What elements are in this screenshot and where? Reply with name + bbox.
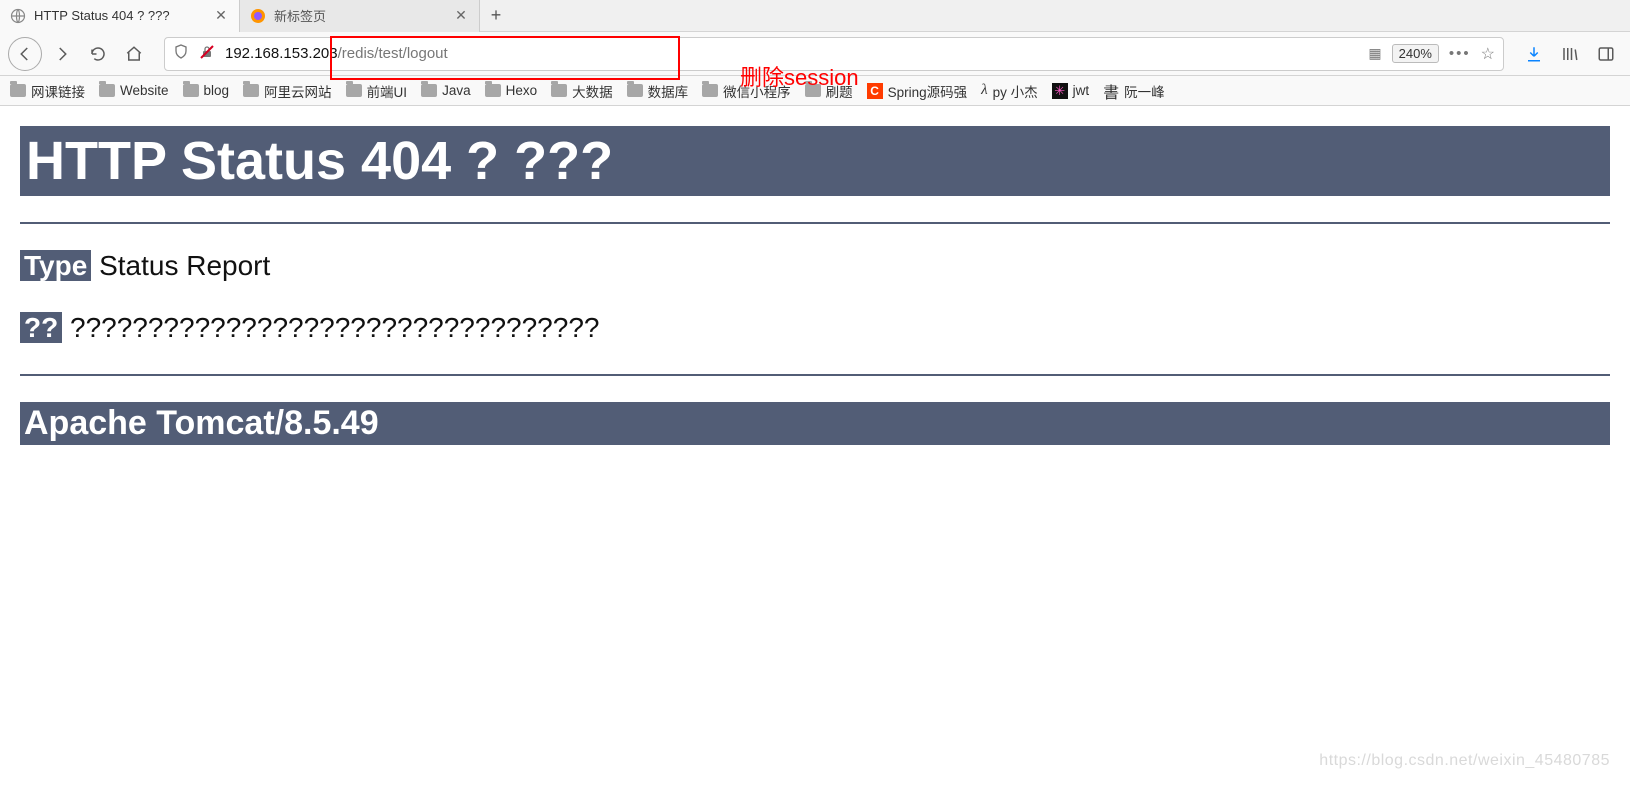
- reload-button[interactable]: [82, 38, 114, 70]
- downloads-button[interactable]: [1518, 38, 1550, 70]
- insecure-lock-icon[interactable]: [199, 44, 215, 64]
- zoom-level[interactable]: 240%: [1392, 44, 1439, 63]
- calligraphy-icon: 書: [1103, 79, 1119, 103]
- type-label: Type: [20, 250, 91, 281]
- nav-toolbar: 192.168.153.203/redis/test/logout ▦ 240%…: [0, 32, 1630, 76]
- close-icon[interactable]: ✕: [213, 8, 229, 24]
- bookmark-star-icon[interactable]: ☆: [1481, 44, 1495, 64]
- globe-icon: [10, 8, 26, 24]
- bookmark-folder[interactable]: 网课链接: [10, 81, 85, 101]
- bookmark-folder[interactable]: 大数据: [551, 81, 613, 101]
- jwt-icon: ✳: [1052, 83, 1068, 99]
- bookmark-folder[interactable]: 前端UI: [346, 81, 408, 101]
- tab-active[interactable]: HTTP Status 404 ? ??? ✕: [0, 0, 240, 32]
- folder-icon: [10, 84, 26, 97]
- tab-strip: HTTP Status 404 ? ??? ✕ 新标签页 ✕ +: [0, 0, 1630, 32]
- tracking-shield-icon[interactable]: [173, 44, 189, 64]
- type-value: Status Report: [99, 250, 270, 281]
- bookmark-item[interactable]: 書阮一峰: [1103, 79, 1165, 103]
- server-line: Apache Tomcat/8.5.49: [20, 402, 1610, 445]
- url-path: /redis/test/logout: [338, 45, 448, 62]
- bookmark-item[interactable]: CSpring源码强: [867, 81, 968, 101]
- home-button[interactable]: [118, 38, 150, 70]
- csdn-icon: C: [867, 83, 883, 99]
- forward-button[interactable]: [46, 38, 78, 70]
- folder-icon: [99, 84, 115, 97]
- tab-inactive[interactable]: 新标签页 ✕: [240, 0, 480, 32]
- divider: [20, 374, 1610, 376]
- tab-title: HTTP Status 404 ? ???: [34, 8, 205, 23]
- error-type-line: Type Status Report: [20, 250, 1610, 282]
- address-bar[interactable]: 192.168.153.203/redis/test/logout ▦ 240%…: [164, 37, 1504, 71]
- bookmark-folder[interactable]: 微信小程序: [702, 81, 791, 101]
- folder-icon: [551, 84, 567, 97]
- bookmark-item[interactable]: λpy 小杰: [981, 81, 1038, 101]
- back-button[interactable]: [8, 37, 42, 71]
- folder-icon: [243, 84, 259, 97]
- message-label: ??: [20, 312, 62, 343]
- page-actions-icon[interactable]: •••: [1449, 45, 1471, 62]
- new-tab-button[interactable]: +: [480, 0, 512, 32]
- bookmark-folder[interactable]: 刷题: [805, 81, 853, 101]
- qr-icon[interactable]: ▦: [1368, 45, 1381, 62]
- folder-icon: [346, 84, 362, 97]
- page-content: HTTP Status 404 ? ??? Type Status Report…: [0, 106, 1630, 465]
- bookmark-folder[interactable]: Hexo: [485, 83, 538, 98]
- sidebar-button[interactable]: [1590, 38, 1622, 70]
- bookmark-folder[interactable]: 阿里云网站: [243, 81, 332, 101]
- watermark: https://blog.csdn.net/weixin_45480785: [1319, 752, 1610, 770]
- folder-icon: [627, 84, 643, 97]
- tab-title: 新标签页: [274, 6, 445, 25]
- error-heading: HTTP Status 404 ? ???: [20, 126, 1610, 196]
- bookmarks-bar: 网课链接 Website blog 阿里云网站 前端UI Java Hexo 大…: [0, 76, 1630, 106]
- bookmark-folder[interactable]: Java: [421, 83, 471, 98]
- lambda-icon: λ: [981, 82, 988, 99]
- message-value: ??????????????????????????????????: [70, 312, 599, 343]
- url-text: 192.168.153.203/redis/test/logout: [225, 45, 448, 62]
- folder-icon: [183, 84, 199, 97]
- folder-icon: [702, 84, 718, 97]
- close-icon[interactable]: ✕: [453, 8, 469, 24]
- bookmark-folder[interactable]: 数据库: [627, 81, 689, 101]
- library-button[interactable]: [1554, 38, 1586, 70]
- folder-icon: [485, 84, 501, 97]
- bookmark-folder[interactable]: Website: [99, 83, 169, 98]
- firefox-icon: [250, 8, 266, 24]
- divider: [20, 222, 1610, 224]
- bookmark-item[interactable]: ✳jwt: [1052, 83, 1090, 99]
- bookmark-folder[interactable]: blog: [183, 83, 230, 98]
- folder-icon: [805, 84, 821, 97]
- folder-icon: [421, 84, 437, 97]
- error-message-line: ?? ??????????????????????????????????: [20, 312, 1610, 344]
- url-host: 192.168.153.203: [225, 45, 338, 62]
